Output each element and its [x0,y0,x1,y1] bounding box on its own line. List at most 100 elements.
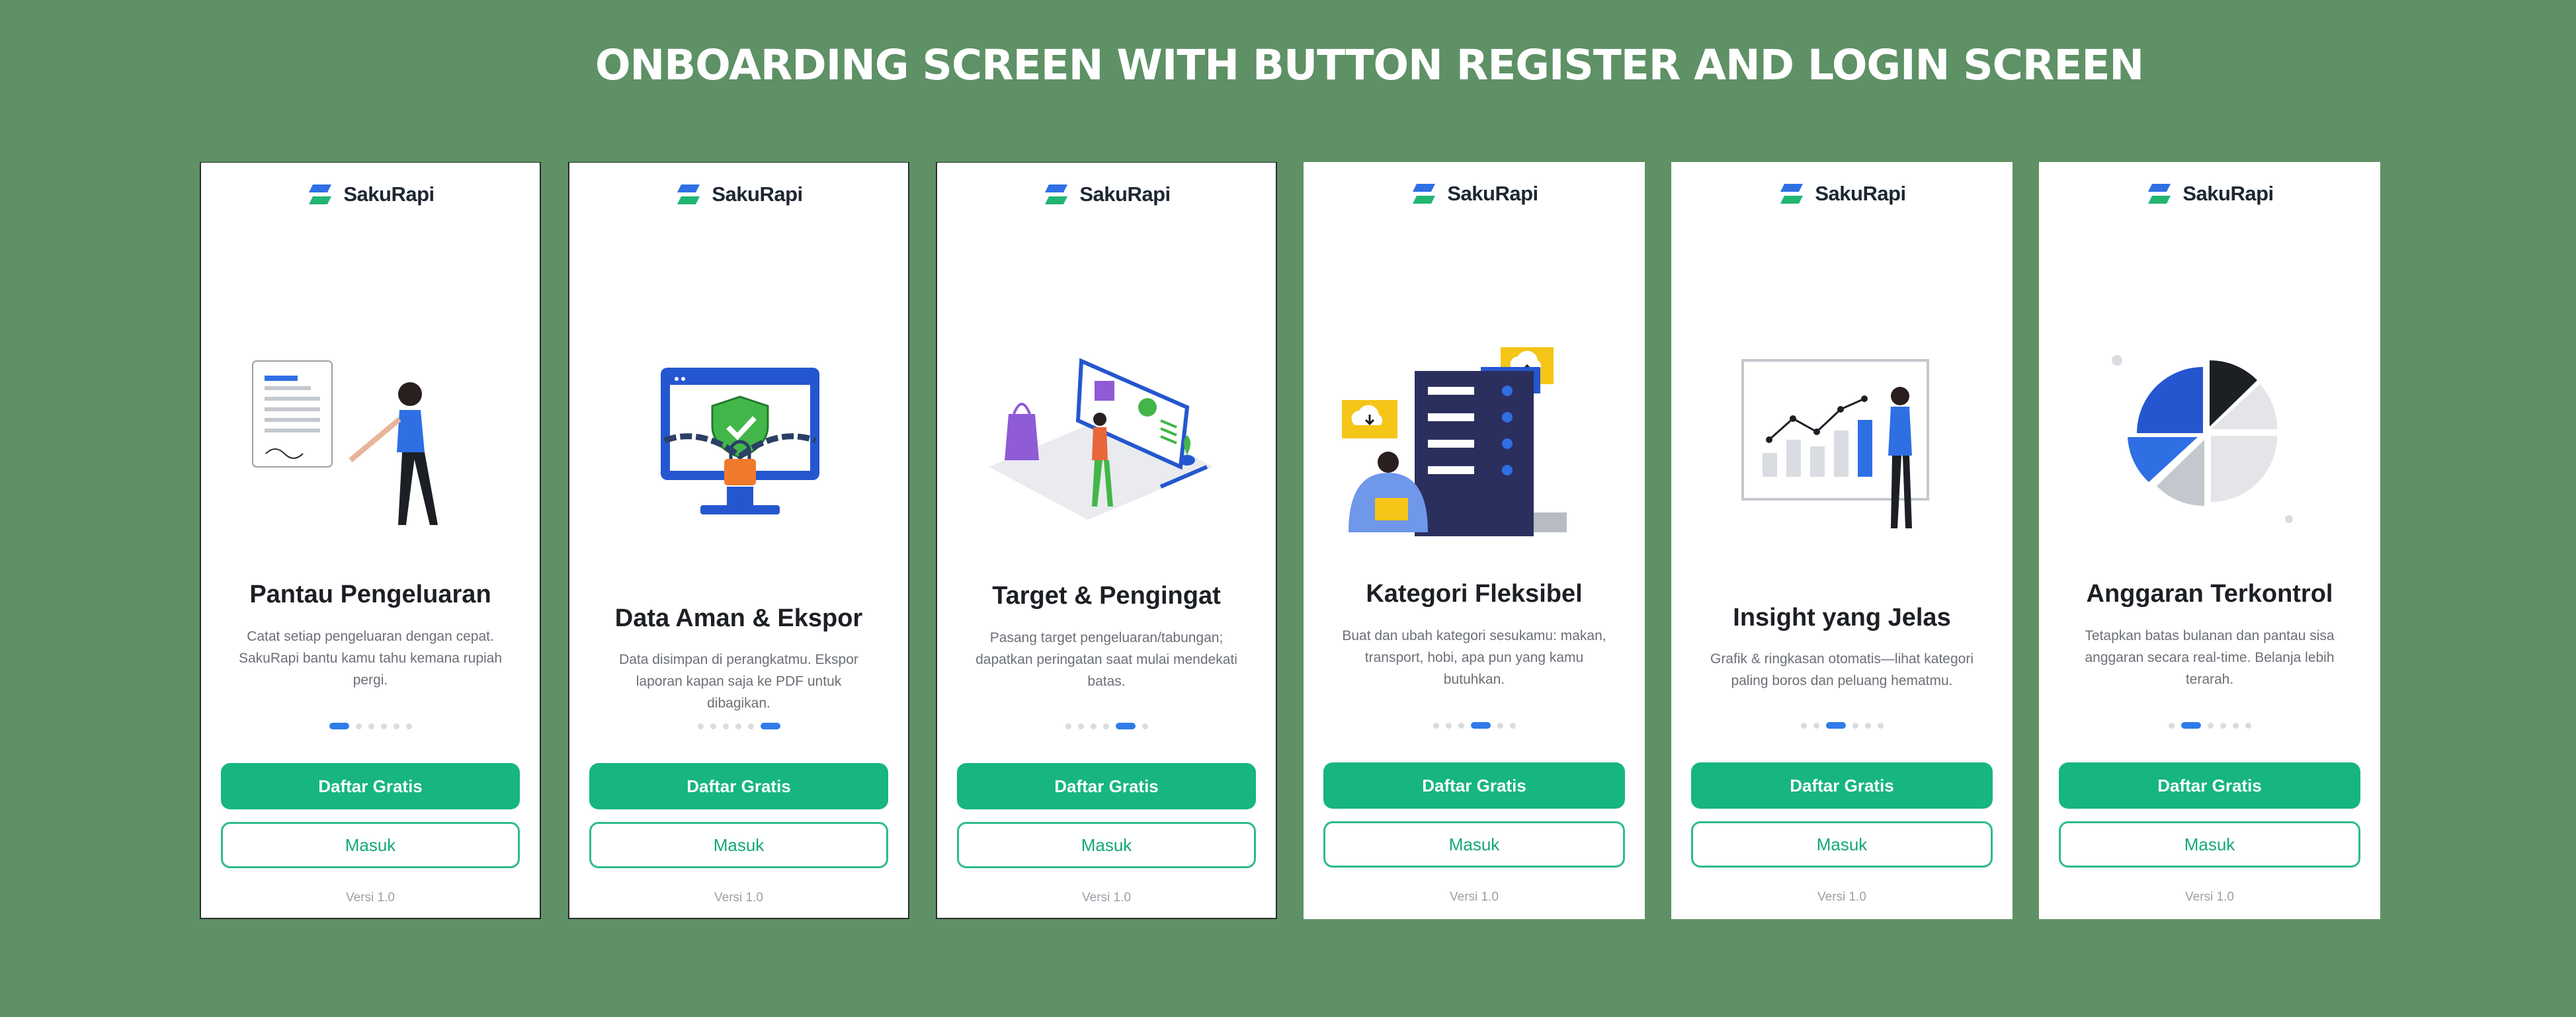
target-checklist-board-illustration [969,341,1247,540]
version-label: Versi 1.0 [1450,890,1499,904]
page-dot-3[interactable] [1458,722,1464,729]
page-dot-4[interactable] [735,723,741,729]
server-cloud-categories-illustration [1335,341,1613,539]
page-dot-4[interactable] [380,723,387,729]
screen-title: Pantau Pengeluaran [249,581,491,608]
register-button[interactable]: Daftar Gratis [1691,762,1993,809]
page-dot-4[interactable] [2220,722,2226,729]
page-dot-5[interactable] [747,723,754,729]
screen-description: Data disimpan di perangkatmu. Ekspor lap… [619,652,858,711]
page-dot-3[interactable] [722,723,729,729]
screen-description: Catat setiap pengeluaran dengan cepat. S… [238,629,503,688]
version-label: Versi 1.0 [1082,891,1131,905]
page-dot-3[interactable] [368,723,374,729]
sakurapi-logo-icon [1780,184,1804,204]
register-button[interactable]: Daftar Gratis [2059,762,2360,809]
page-dot-1[interactable] [2168,722,2175,729]
page-dot-2[interactable] [710,723,716,729]
onboarding-screen-pantau: SakuRapi Pantau Pengeluaran Catat setiap… [200,162,541,919]
page-dot-5[interactable] [2232,722,2239,729]
sakurapi-logo-icon [1413,184,1436,204]
brand-header: SakuRapi [1304,182,1645,206]
page-dot-6[interactable] [1142,723,1148,729]
register-button[interactable]: Daftar Gratis [221,763,520,809]
page-dot-2[interactable] [355,723,362,729]
page-indicator [2039,722,2380,729]
page-indicator [1671,722,2013,729]
brand-name: SakuRapi [1079,183,1171,206]
page-dot-1[interactable] [1433,722,1439,729]
page-dot-4[interactable] [1102,723,1109,729]
page-dot-2[interactable] [2181,722,2201,729]
page-dot-2[interactable] [1077,723,1084,729]
brand-header: SakuRapi [1671,182,2013,206]
onboarding-screen-anggaran: SakuRapi Anggaran Terkontrol Tetapkan ba… [2039,162,2380,919]
screen-title: Insight yang Jelas [1733,604,1951,631]
login-button[interactable]: Masuk [2059,821,2360,868]
sakurapi-logo-icon [309,184,332,204]
version-label: Versi 1.0 [714,891,763,905]
page-dot-6[interactable] [1509,722,1516,729]
register-button[interactable]: Daftar Gratis [1323,762,1625,809]
brand-name: SakuRapi [1815,182,1906,205]
screen-title: Kategori Fleksibel [1366,580,1583,608]
onboarding-screen-data-aman: SakuRapi Data Aman & Ekspor Data disimpa… [568,162,909,919]
page-dot-2[interactable] [1445,722,1452,729]
page-dot-6[interactable] [760,723,780,729]
brand-header: SakuRapi [201,183,540,206]
page-dot-4[interactable] [1852,722,1858,729]
login-button[interactable]: Masuk [1691,821,1993,868]
onboarding-screen-kategori: SakuRapi Kategori Fleksibel Buat dan uba… [1304,162,1645,919]
onboarding-screen-target: SakuRapi Target & Pengingat Pasang targe… [936,162,1277,919]
page-title: ONBOARDING SCREEN WITH BUTTON REGISTER A… [595,41,2144,89]
page-dot-4[interactable] [1470,722,1491,729]
onboarding-screen-insight: SakuRapi Insight yang Jelas Grafik & rin… [1671,162,2013,919]
sakurapi-logo-icon [1045,184,1068,204]
page-dot-3[interactable] [1090,723,1097,729]
brand-header: SakuRapi [937,183,1276,206]
page-indicator [937,723,1276,729]
brand-header: SakuRapi [569,183,908,206]
brand-name: SakuRapi [1447,182,1538,205]
page-dot-5[interactable] [1864,722,1871,729]
login-button[interactable]: Masuk [957,822,1256,868]
screen-description: Grafik & ringkasan otomatis—lihat katego… [1710,651,1974,688]
page-dot-1[interactable] [329,723,349,729]
register-button[interactable]: Daftar Gratis [589,763,888,809]
login-button[interactable]: Masuk [221,822,520,868]
screen-title: Anggaran Terkontrol [2086,580,2333,608]
page-dot-5[interactable] [1115,723,1136,729]
brand-name: SakuRapi [712,183,803,206]
screen-title: Target & Pengingat [992,582,1221,610]
screen-description: Tetapkan batas bulanan dan pantau sisa a… [2085,628,2335,687]
page-indicator [569,723,908,729]
brand-name: SakuRapi [343,183,435,206]
person-signing-document-illustration [233,341,511,540]
page-dot-6[interactable] [1877,722,1884,729]
version-label: Versi 1.0 [1817,890,1866,904]
brand-header: SakuRapi [2039,182,2380,206]
page-dot-1[interactable] [697,723,704,729]
page-dot-3[interactable] [2207,722,2214,729]
login-button[interactable]: Masuk [589,822,888,868]
screen-title: Data Aman & Ekspor [614,604,863,632]
page-dot-5[interactable] [1497,722,1503,729]
register-button[interactable]: Daftar Gratis [957,763,1256,809]
brand-name: SakuRapi [2182,182,2274,205]
person-presenting-chart-illustration [1703,341,1981,539]
page-dot-1[interactable] [1800,722,1807,729]
version-label: Versi 1.0 [2185,890,2234,904]
page-dot-1[interactable] [1065,723,1071,729]
page-indicator [1304,722,1645,729]
page-dot-5[interactable] [393,723,399,729]
sakurapi-logo-icon [2148,184,2171,204]
pie-chart-budget-illustration [2071,341,2348,539]
page-dot-2[interactable] [1813,722,1819,729]
page-indicator [201,723,540,729]
page-dot-6[interactable] [2245,722,2251,729]
login-button[interactable]: Masuk [1323,821,1625,868]
screen-description: Buat dan ubah kategori sesukamu: makan, … [1342,628,1606,687]
page-dot-6[interactable] [405,723,412,729]
secured-monitor-lock-illustration [601,341,879,540]
page-dot-3[interactable] [1825,722,1846,729]
